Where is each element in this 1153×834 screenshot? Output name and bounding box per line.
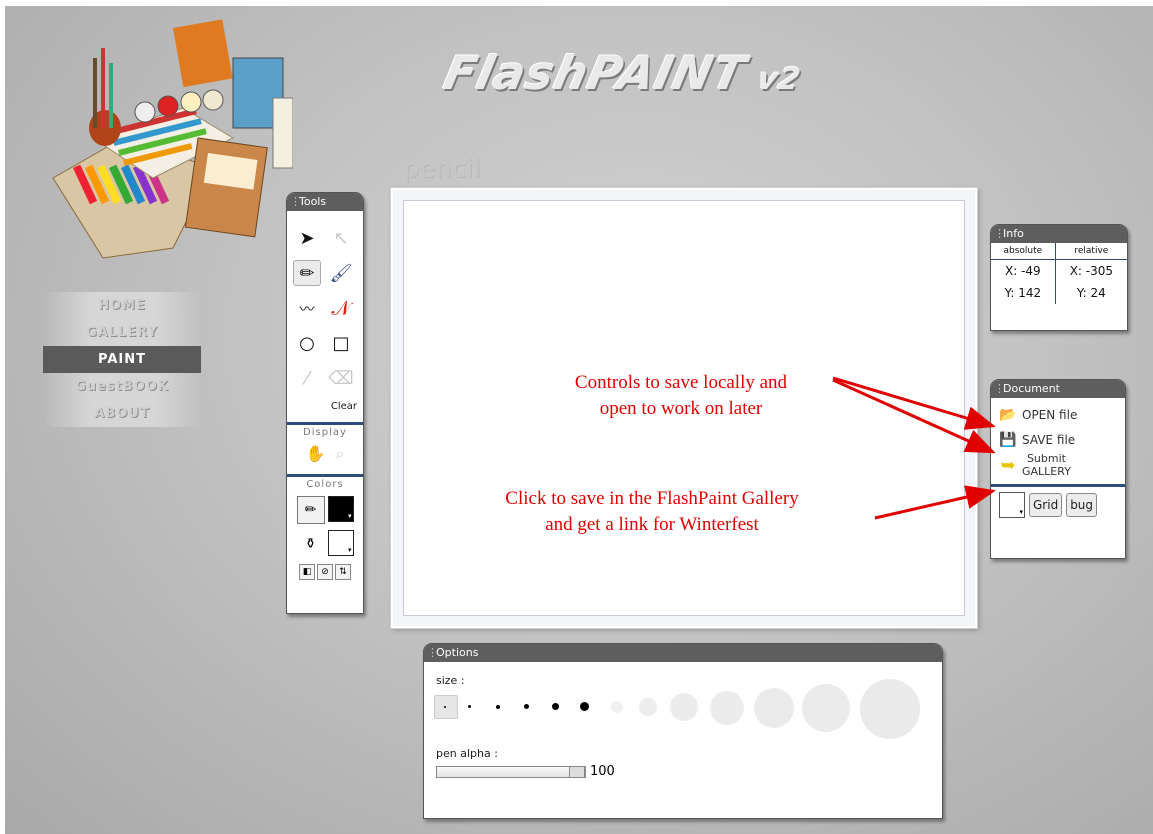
- main-nav: HOME GALLERY PAINT GuestBOOK ABOUT: [43, 292, 201, 427]
- rectangle-icon[interactable]: □: [327, 330, 355, 356]
- size-option[interactable]: [468, 705, 471, 708]
- relative-y: Y: 24: [1076, 285, 1106, 300]
- size-label: size :: [436, 674, 465, 687]
- yellow-arrow-icon: ➥: [1000, 454, 1016, 476]
- options-panel: Options size : pen alpha : 100: [423, 643, 943, 819]
- annotation-save-line2: open to work on later: [599, 398, 763, 419]
- nav-gallery[interactable]: GALLERY: [43, 319, 201, 346]
- eraser-icon[interactable]: ⌫: [327, 365, 355, 391]
- gallery-label: GALLERY: [1022, 465, 1071, 478]
- app-title-text: FlashPAINT: [439, 46, 752, 100]
- annotation-gallery: Click to save in the FlashPaint Gallery …: [437, 486, 867, 538]
- size-option[interactable]: [639, 698, 657, 716]
- size-option[interactable]: [524, 704, 529, 709]
- absolute-x: X: -49: [991, 259, 1056, 282]
- fill-color-swatch[interactable]: ▾: [327, 530, 354, 556]
- open-file-label: OPEN file: [1022, 408, 1078, 422]
- nav-guestbook[interactable]: GuestBOOK: [43, 373, 201, 400]
- size-option[interactable]: [754, 688, 794, 728]
- open-folder-icon: 📂: [999, 407, 1017, 423]
- size-option[interactable]: [710, 691, 744, 725]
- no-color-icon[interactable]: ⊘: [317, 564, 333, 580]
- zoom-icon[interactable]: ⌕: [335, 444, 344, 464]
- tools-panel-header[interactable]: Tools: [287, 193, 363, 211]
- grid-button[interactable]: Grid: [1029, 493, 1063, 517]
- stroke-color-swatch[interactable]: ▾: [327, 496, 354, 522]
- ellipse-icon[interactable]: ○: [293, 330, 321, 356]
- annotation-save-line1: Controls to save locally and: [574, 372, 788, 393]
- stroke-color-icon[interactable]: ✏: [296, 496, 325, 524]
- pencil-icon[interactable]: ✏: [293, 260, 321, 286]
- default-colors-icon[interactable]: ◧: [299, 564, 315, 580]
- absolute-y: Y: 142: [991, 281, 1056, 304]
- eyedropper-icon[interactable]: ⁄: [293, 365, 321, 391]
- flashpaint-app: FlashPAINT v2 pencil HOME GALLERY PAINT G…: [5, 6, 1153, 834]
- absolute-label: absolute: [991, 243, 1056, 260]
- info-panel-header[interactable]: Info: [991, 225, 1127, 243]
- options-panel-header[interactable]: Options: [424, 644, 942, 662]
- subselect-icon[interactable]: ↖: [327, 225, 355, 251]
- tools-panel: Tools ➤ ↖ ✏ 🖌 〰 𝒩 ○ □ ⁄ ⌫ Clear Display …: [286, 192, 364, 614]
- save-file-label: SAVE file: [1022, 433, 1076, 447]
- floppy-disk-icon: 💾: [999, 432, 1017, 448]
- size-option[interactable]: [434, 695, 458, 719]
- annotation-gallery-line2: and get a link for Winterfest: [545, 514, 759, 535]
- size-option[interactable]: [496, 705, 500, 709]
- bug-button[interactable]: bug: [1066, 493, 1098, 517]
- submit-label: Submit: [1026, 452, 1066, 465]
- pen-alpha-thumb[interactable]: [569, 765, 585, 778]
- pen-alpha-slider: 100: [436, 764, 942, 779]
- polyline-icon[interactable]: 𝒩: [327, 295, 355, 321]
- size-option[interactable]: [860, 679, 920, 739]
- pen-alpha-track[interactable]: [436, 765, 586, 778]
- nav-about[interactable]: ABOUT: [43, 400, 201, 427]
- app-title: FlashPAINT v2: [439, 46, 807, 100]
- hand-icon[interactable]: ✋: [306, 444, 326, 464]
- nav-paint[interactable]: PAINT: [43, 346, 201, 373]
- relative-label: relative: [1055, 243, 1127, 260]
- brush-size-picker: [434, 679, 942, 747]
- size-option[interactable]: [444, 706, 446, 708]
- save-file-button[interactable]: 💾 SAVE file: [999, 432, 1125, 448]
- fill-bucket-icon[interactable]: ⚱: [296, 530, 325, 558]
- size-option[interactable]: [611, 701, 623, 713]
- nav-home[interactable]: HOME: [43, 292, 201, 319]
- document-panel-header[interactable]: Document: [991, 380, 1125, 398]
- open-file-button[interactable]: 📂 OPEN file: [999, 407, 1125, 423]
- background-color-swatch[interactable]: ▾: [999, 492, 1025, 518]
- display-section-label: Display: [287, 422, 363, 438]
- curve-icon[interactable]: 〰: [293, 295, 321, 321]
- size-option[interactable]: [580, 702, 589, 711]
- submit-gallery-button[interactable]: ➥ Submit GALLERY: [999, 452, 1125, 478]
- swap-colors-icon[interactable]: ⇅: [335, 564, 351, 580]
- colors-section-label: Colors: [287, 474, 363, 490]
- info-panel: Info absolute relative X: -49 X: -305 Y:…: [990, 224, 1128, 331]
- document-panel: Document 📂 OPEN file 💾 SAVE file ➥ Submi…: [990, 379, 1126, 559]
- pen-alpha-value: 100: [590, 764, 615, 779]
- app-version: v2: [754, 62, 805, 97]
- size-option[interactable]: [670, 693, 698, 721]
- annotation-save-locally: Controls to save locally and open to wor…: [521, 370, 841, 422]
- annotation-gallery-line1: Click to save in the FlashPaint Gallery: [505, 488, 799, 509]
- relative-x: X: -305: [1069, 263, 1114, 278]
- size-option[interactable]: [802, 684, 850, 732]
- brush-icon[interactable]: 🖌: [327, 260, 355, 286]
- arrow-select-icon[interactable]: ➤: [293, 225, 321, 251]
- size-option[interactable]: [552, 703, 559, 710]
- current-tool-label: pencil: [403, 154, 481, 184]
- pen-alpha-label: pen alpha :: [436, 747, 498, 760]
- art-supplies-illustration: [52, 19, 293, 259]
- coordinate-table: absolute relative X: -49 X: -305 Y: 142 …: [991, 243, 1127, 304]
- clear-button[interactable]: Clear: [287, 401, 363, 412]
